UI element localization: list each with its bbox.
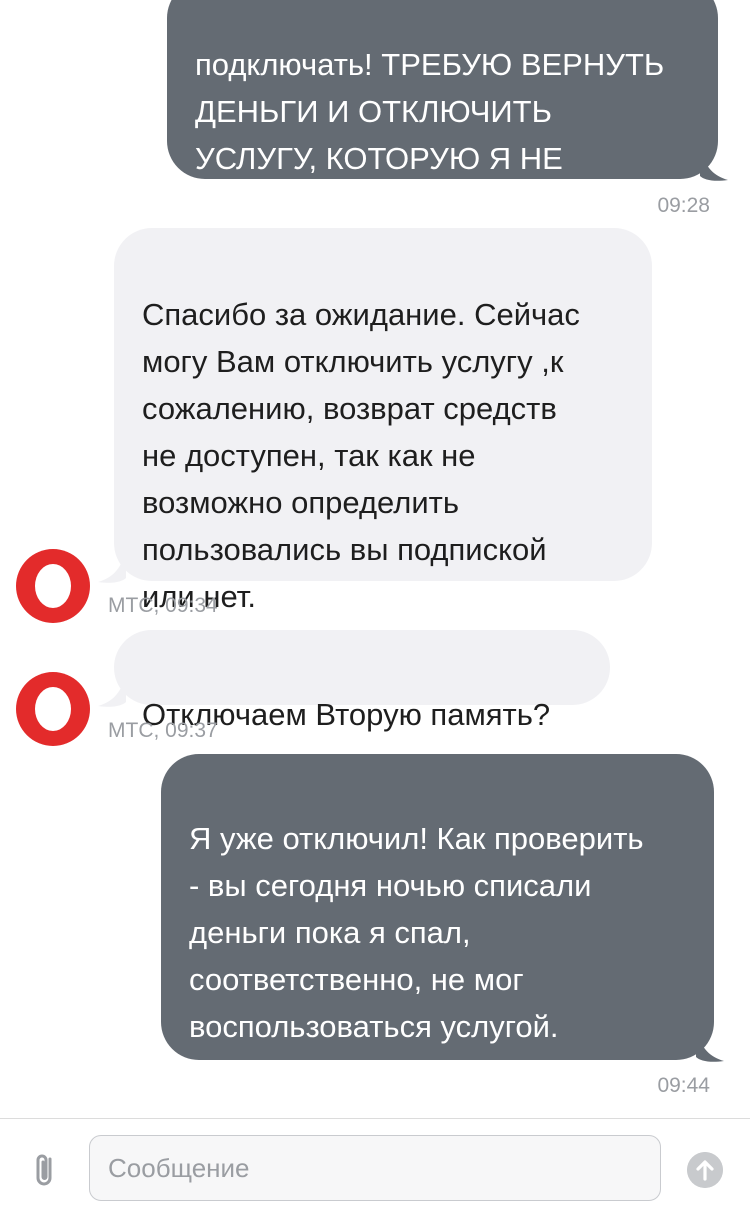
message-time: 09:28 xyxy=(657,194,710,217)
outgoing-message[interactable]: Я уже отключил! Как проверить - вы сегод… xyxy=(161,754,714,1091)
message-sender-time: МТС, 09:34 xyxy=(108,594,218,617)
chat-area[interactable]: подключать! ТРЕБУЮ ВЕРНУТЬ ДЕНЬГИ И ОТКЛ… xyxy=(0,0,750,1118)
bubble-tail xyxy=(98,676,126,707)
bubble-tail xyxy=(98,552,126,583)
mts-logo-icon[interactable] xyxy=(16,672,90,746)
message-input[interactable] xyxy=(89,1135,661,1201)
message-composer xyxy=(0,1118,750,1218)
incoming-message[interactable]: Спасибо за ожидание. Сейчас могу Вам отк… xyxy=(114,228,652,614)
message-sender-time: МТС, 09:37 xyxy=(108,719,218,742)
bubble-tail xyxy=(696,1031,724,1062)
message-text: Спасибо за ожидание. Сейчас могу Вам отк… xyxy=(142,297,580,614)
send-arrow-icon[interactable] xyxy=(687,1152,723,1188)
message-text: подключать! ТРЕБУЮ ВЕРНУТЬ ДЕНЬГИ И ОТКЛ… xyxy=(195,47,665,223)
outgoing-message[interactable]: подключать! ТРЕБУЮ ВЕРНУТЬ ДЕНЬГИ И ОТКЛ… xyxy=(167,0,718,223)
message-time: 09:44 xyxy=(657,1074,710,1097)
message-text: Я уже отключил! Как проверить - вы сегод… xyxy=(189,821,644,1091)
bubble-tail xyxy=(700,150,728,181)
mts-logo-icon[interactable] xyxy=(16,549,90,623)
incoming-message[interactable]: Отключаем Вторую память? xyxy=(114,630,610,732)
paperclip-icon[interactable] xyxy=(28,1150,62,1190)
